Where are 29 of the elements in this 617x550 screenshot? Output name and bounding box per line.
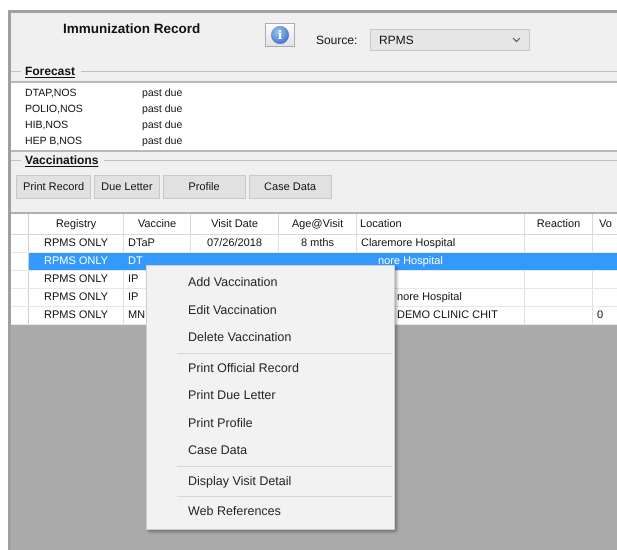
table-cell: 0	[597, 309, 604, 321]
table-cell: RPMS ONLY	[44, 309, 108, 321]
table-cell: DT	[128, 255, 143, 267]
table-cell: IP	[128, 273, 138, 285]
table-cell: DEMO CLINIC CHIT	[397, 309, 498, 321]
table-cell: RPMS ONLY	[44, 255, 108, 267]
table-cell: MN	[128, 309, 146, 321]
source-label: Source:	[316, 33, 358, 47]
table-cell: nore Hospital	[378, 255, 443, 267]
forecast-status: past due	[142, 86, 182, 101]
table-cell: Claremore Hospital	[361, 237, 456, 249]
forecast-vaccine: POLIO,NOS	[25, 102, 84, 117]
table-cell: RPMS ONLY	[44, 237, 108, 249]
forecast-vaccine: DTAP,NOS	[25, 86, 78, 101]
table-cell: RPMS ONLY	[44, 291, 108, 303]
forecast-status: past due	[142, 102, 182, 117]
forecast-status: past due	[142, 134, 182, 149]
table-cell: 07/26/2018	[206, 237, 262, 249]
window-title: Immunization Record	[63, 21, 202, 36]
section-label: Vaccinations	[25, 153, 98, 167]
table-cell: 8 mths	[300, 237, 334, 249]
table-cell: DTaP	[128, 237, 155, 249]
forecast-status: past due	[142, 118, 182, 133]
forecast-vaccine: HEP B,NOS	[25, 134, 83, 149]
table-cell: IP	[128, 291, 138, 303]
table-cell: RPMS ONLY	[44, 273, 108, 285]
table-cell: nore Hospital	[397, 291, 462, 303]
forecast-vaccine: HIB,NOS	[25, 118, 70, 133]
section-label: Forecast	[25, 64, 76, 78]
